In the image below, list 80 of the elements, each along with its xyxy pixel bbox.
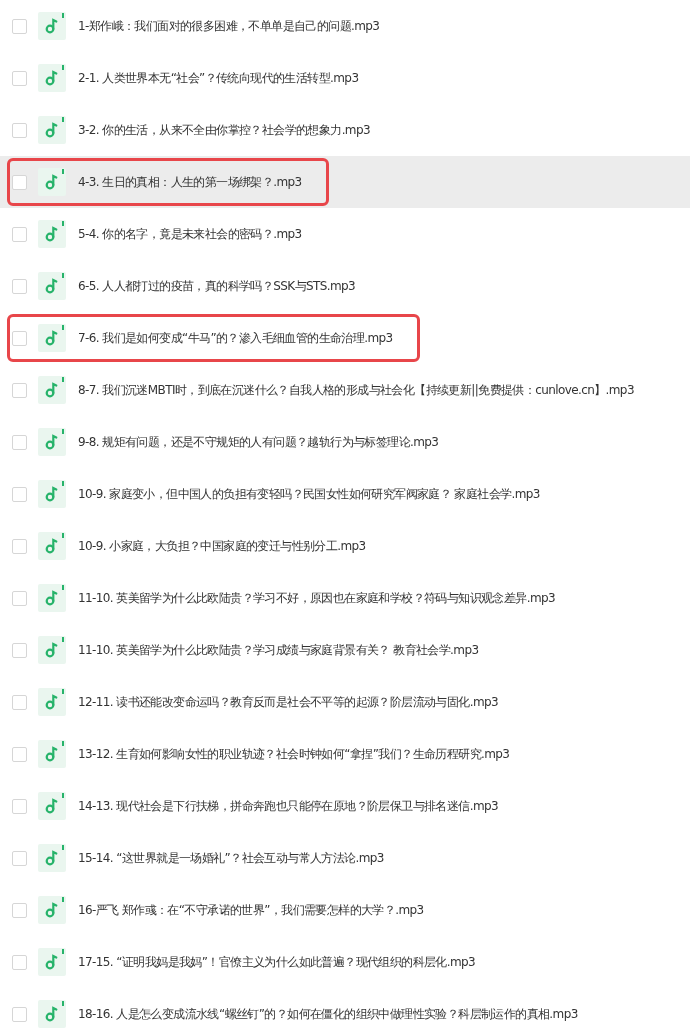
- file-name[interactable]: 7-6. 我们是如何变成“牛马”的？渗入毛细血管的生命治理.mp3: [78, 329, 393, 347]
- file-row[interactable]: 11-10. 英美留学为什么比欧陆贵？学习不好，原因也在家庭和学校？符码与知识观念差异.mp3: [0, 572, 690, 624]
- audio-file-icon: [38, 740, 66, 768]
- checkbox[interactable]: [12, 902, 27, 918]
- checkbox[interactable]: [12, 850, 27, 866]
- file-row[interactable]: 11-10. 英美留学为什么比欧陆贵？学习成绩与家庭背景有关？ 教育社会学.mp3: [0, 624, 690, 676]
- audio-file-icon: [38, 792, 66, 820]
- file-name[interactable]: 15-14. “这世界就是一场婚礼”？社会互动与常人方法论.mp3: [78, 849, 384, 867]
- audio-file-icon: [38, 272, 66, 300]
- file-row[interactable]: 13-12. 生育如何影响女性的职业轨迹？社会时钟如何“拿捏”我们？生命历程研究.mp3: [0, 728, 690, 780]
- checkbox[interactable]: [12, 642, 27, 658]
- audio-file-icon: [38, 64, 66, 92]
- file-row[interactable]: 17-15. “证明我妈是我妈”！官僚主义为什么如此普遍？现代组织的科层化.mp3: [0, 936, 690, 988]
- file-row[interactable]: 2-1. 人类世界本无“社会”？传统向现代的生活转型.mp3: [0, 52, 690, 104]
- file-row[interactable]: 10-9. 家庭变小，但中国人的负担有变轻吗？民国女性如何研究军阀家庭？ 家庭社会学.mp3: [0, 468, 690, 520]
- checkbox[interactable]: [12, 278, 27, 294]
- checkbox[interactable]: [12, 70, 27, 86]
- checkbox[interactable]: [12, 538, 27, 554]
- audio-file-icon: [38, 844, 66, 872]
- audio-file-icon: [38, 1000, 66, 1028]
- checkbox[interactable]: [12, 954, 27, 970]
- file-row[interactable]: 12-11. 读书还能改变命运吗？教育反而是社会不平等的起源？阶层流动与固化.mp3: [0, 676, 690, 728]
- audio-file-icon: [38, 428, 66, 456]
- file-name[interactable]: 18-16. 人是怎么变成流水线“螺丝钉”的？如何在僵化的组织中做理性实验？科层制运作的真相.mp3: [78, 1005, 578, 1023]
- audio-file-icon: [38, 116, 66, 144]
- audio-file-icon: [38, 12, 66, 40]
- file-row[interactable]: 3-2. 你的生活，从来不全由你掌控？社会学的想象力.mp3: [0, 104, 690, 156]
- file-row[interactable]: 6-5. 人人都打过的疫苗，真的科学吗？SSK与STS.mp3: [0, 260, 690, 312]
- file-row[interactable]: 7-6. 我们是如何变成“牛马”的？渗入毛细血管的生命治理.mp3: [0, 312, 690, 364]
- file-name[interactable]: 3-2. 你的生活，从来不全由你掌控？社会学的想象力.mp3: [78, 121, 370, 139]
- audio-file-icon: [38, 636, 66, 664]
- file-row[interactable]: 1-郑作峨：我们面对的很多困难，不单单是自己的问题.mp3: [0, 0, 690, 52]
- checkbox[interactable]: [12, 1006, 27, 1022]
- checkbox[interactable]: [12, 226, 27, 242]
- file-name[interactable]: 10-9. 小家庭，大负担？中国家庭的变迁与性别分工.mp3: [78, 537, 366, 555]
- file-name[interactable]: 13-12. 生育如何影响女性的职业轨迹？社会时钟如何“拿捏”我们？生命历程研究.mp3: [78, 745, 510, 763]
- audio-file-icon: [38, 688, 66, 716]
- file-name[interactable]: 6-5. 人人都打过的疫苗，真的科学吗？SSK与STS.mp3: [78, 277, 356, 295]
- file-name[interactable]: 1-郑作峨：我们面对的很多困难，不单单是自己的问题.mp3: [78, 17, 380, 35]
- checkbox[interactable]: [12, 382, 27, 398]
- checkbox[interactable]: [12, 694, 27, 710]
- audio-file-icon: [38, 376, 66, 404]
- file-row[interactable]: 10-9. 小家庭，大负担？中国家庭的变迁与性别分工.mp3: [0, 520, 690, 572]
- checkbox[interactable]: [12, 122, 27, 138]
- checkbox[interactable]: [12, 434, 27, 450]
- file-row[interactable]: 16-严飞 郑作彧：在“不守承诺的世界”，我们需要怎样的大学？.mp3: [0, 884, 690, 936]
- checkbox[interactable]: [12, 590, 27, 606]
- file-row[interactable]: 14-13. 现代社会是下行扶梯，拼命奔跑也只能停在原地？阶层保卫与排名迷信.mp3: [0, 780, 690, 832]
- file-row[interactable]: 18-16. 人是怎么变成流水线“螺丝钉”的？如何在僵化的组织中做理性实验？科层制运作的真相.mp3: [0, 988, 690, 1032]
- audio-file-icon: [38, 584, 66, 612]
- file-name[interactable]: 11-10. 英美留学为什么比欧陆贵？学习不好，原因也在家庭和学校？符码与知识观念差异.mp3: [78, 589, 556, 607]
- file-row[interactable]: 5-4. 你的名字，竟是未来社会的密码？.mp3: [0, 208, 690, 260]
- audio-file-icon: [38, 896, 66, 924]
- audio-file-icon: [38, 220, 66, 248]
- file-name[interactable]: 16-严飞 郑作彧：在“不守承诺的世界”，我们需要怎样的大学？.mp3: [78, 901, 424, 919]
- checkbox[interactable]: [12, 330, 27, 346]
- file-name[interactable]: 17-15. “证明我妈是我妈”！官僚主义为什么如此普遍？现代组织的科层化.mp3: [78, 953, 476, 971]
- checkbox[interactable]: [12, 798, 27, 814]
- audio-file-icon: [38, 532, 66, 560]
- file-name[interactable]: 14-13. 现代社会是下行扶梯，拼命奔跑也只能停在原地？阶层保卫与排名迷信.mp3: [78, 797, 499, 815]
- file-row[interactable]: 8-7. 我们沉迷MBTI时，到底在沉迷什么？自我人格的形成与社会化【持续更新||免费提供：cunlove.cn】.mp3: [0, 364, 690, 416]
- file-name[interactable]: 9-8. 规矩有问题，还是不守规矩的人有问题？越轨行为与标签理论.mp3: [78, 433, 439, 451]
- audio-file-icon: [38, 948, 66, 976]
- audio-file-icon: [38, 324, 66, 352]
- file-row[interactable]: 15-14. “这世界就是一场婚礼”？社会互动与常人方法论.mp3: [0, 832, 690, 884]
- file-name[interactable]: 2-1. 人类世界本无“社会”？传统向现代的生活转型.mp3: [78, 69, 359, 87]
- file-name[interactable]: 8-7. 我们沉迷MBTI时，到底在沉迷什么？自我人格的形成与社会化【持续更新||免费提供：cunlove.cn】.mp3: [78, 381, 634, 399]
- file-name[interactable]: 12-11. 读书还能改变命运吗？教育反而是社会不平等的起源？阶层流动与固化.mp3: [78, 693, 499, 711]
- file-row[interactable]: 9-8. 规矩有问题，还是不守规矩的人有问题？越轨行为与标签理论.mp3: [0, 416, 690, 468]
- file-name[interactable]: 11-10. 英美留学为什么比欧陆贵？学习成绩与家庭背景有关？ 教育社会学.mp3: [78, 641, 479, 659]
- file-row[interactable]: 4-3. 生日的真相：人生的第一场绑架？.mp3: [0, 156, 690, 208]
- file-name[interactable]: 5-4. 你的名字，竟是未来社会的密码？.mp3: [78, 225, 302, 243]
- file-name[interactable]: 10-9. 家庭变小，但中国人的负担有变轻吗？民国女性如何研究军阀家庭？ 家庭社会学.mp3: [78, 485, 540, 503]
- checkbox[interactable]: [12, 18, 27, 34]
- checkbox[interactable]: [12, 486, 27, 502]
- audio-file-icon: [38, 168, 66, 196]
- checkbox[interactable]: [12, 174, 27, 190]
- audio-file-icon: [38, 480, 66, 508]
- checkbox[interactable]: [12, 746, 27, 762]
- file-name[interactable]: 4-3. 生日的真相：人生的第一场绑架？.mp3: [78, 173, 302, 191]
